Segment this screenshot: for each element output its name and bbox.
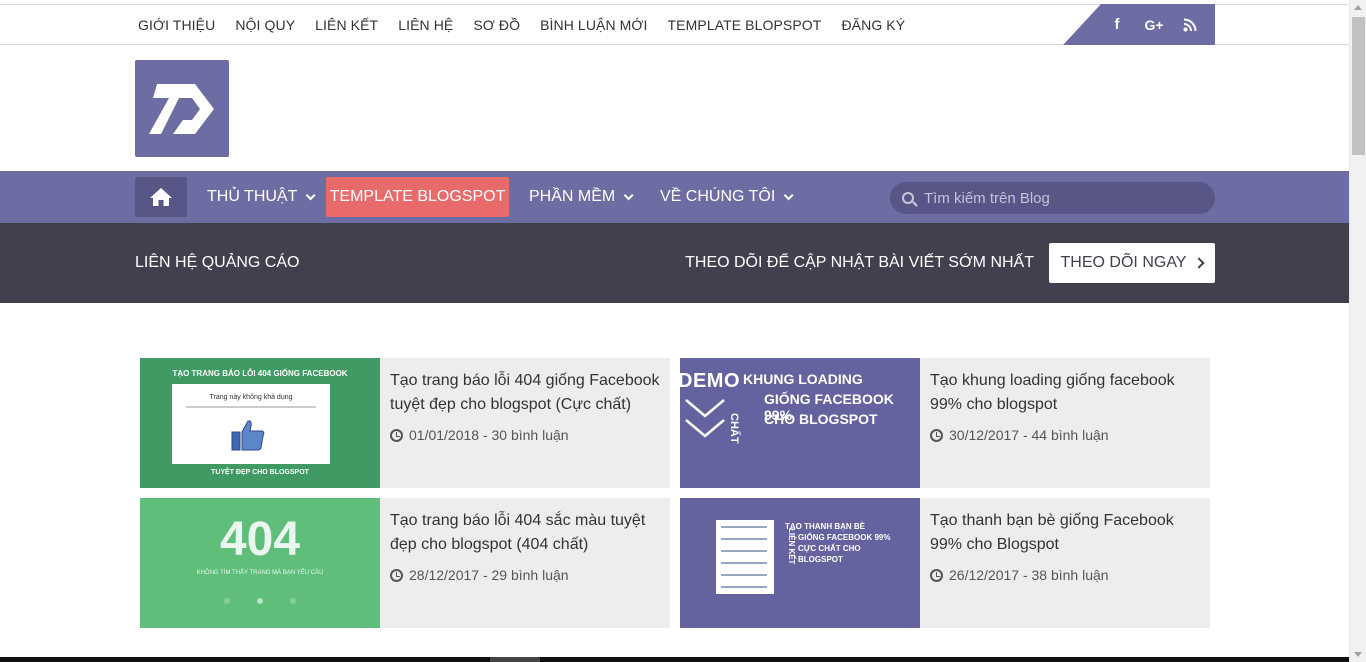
main-nav: THỦ THUẬT TEMPLATE BLOGSPOT PHẦN MỀM VỀ … bbox=[0, 171, 1349, 223]
post-meta: 28/12/2017 - 29 bình luận bbox=[390, 567, 569, 583]
thumb-caption: TẠO THANH BẠN BÈ bbox=[785, 522, 865, 531]
chevron-down-icon bbox=[783, 189, 794, 200]
follow-button[interactable]: THEO DÕI NGAY bbox=[1049, 243, 1215, 283]
thumb-caption: TUYỆT ĐẸP CHO BLOGSPOT bbox=[211, 469, 309, 476]
post-title[interactable]: Tạo trang báo lỗi 404 sắc màu tuyệt đẹp … bbox=[390, 509, 665, 557]
history-icon bbox=[390, 568, 403, 582]
nav-thu-thuat-label: THỦ THUẬT bbox=[207, 188, 298, 205]
topnav-dang-ky[interactable]: ĐĂNG KÝ bbox=[841, 17, 905, 33]
post-meta: 26/12/2017 - 38 bình luận bbox=[930, 567, 1109, 583]
topnav-lien-ket[interactable]: LIÊN KẾT bbox=[315, 17, 378, 33]
scrollbar[interactable] bbox=[1349, 0, 1366, 662]
page: GIỚI THIỆU NỘI QUY LIÊN KẾT LIÊN HỆ SƠ Đ… bbox=[0, 0, 1349, 662]
nav-phan-mem-label: PHẦN MỀM bbox=[529, 188, 616, 205]
post-thumbnail[interactable]: TẠO THANH BẠN BÈ GIỐNG FACEBOOK 99% CỰC … bbox=[680, 498, 920, 628]
search-input[interactable] bbox=[924, 189, 1204, 207]
thumb-mock-text: Trang này không khả dụng bbox=[209, 394, 293, 401]
history-icon bbox=[390, 428, 403, 442]
post-card[interactable]: DEMO KHUNG LOADING GIỐNG FACEBOOK 99% CH… bbox=[680, 358, 1210, 488]
search-icon bbox=[902, 192, 914, 204]
follow-bar: LIÊN HỆ QUẢNG CÁO THEO DÕI ĐỂ CẬP NHẬT B… bbox=[0, 223, 1349, 303]
chevron-down-icon bbox=[306, 189, 316, 200]
nav-ve-chung-toi-label: VỀ CHÚNG TÔI bbox=[660, 188, 776, 205]
nav-thu-thuat[interactable]: THỦ THUẬT bbox=[207, 171, 316, 223]
top-bar: GIỚI THIỆU NỘI QUY LIÊN KẾT LIÊN HỆ SƠ Đ… bbox=[0, 4, 1349, 45]
history-icon bbox=[930, 568, 943, 582]
google-plus-icon[interactable]: G+ bbox=[1141, 4, 1167, 45]
chevron-right-icon bbox=[1193, 257, 1206, 269]
like-icon bbox=[231, 420, 265, 451]
post-card[interactable]: TẠO TRANG BÁO LỖI 404 GIỐNG FACEBOOK Tra… bbox=[140, 358, 670, 488]
home-icon bbox=[150, 188, 172, 206]
thumb-caption: TẠO TRANG BÁO LỖI 404 GIỐNG FACEBOOK bbox=[172, 369, 348, 378]
topnav-template-blogspot[interactable]: TEMPLATE BLOPSPOT bbox=[668, 17, 822, 33]
post-meta-text: 26/12/2017 - 38 bình luận bbox=[949, 567, 1109, 583]
post-meta-text: 30/12/2017 - 44 bình luận bbox=[949, 427, 1109, 443]
topnav-binh-luan-moi[interactable]: BÌNH LUẬN MỚI bbox=[540, 17, 647, 33]
thumb-caption: KHUNG LOADING bbox=[743, 371, 863, 387]
post-title[interactable]: Tạo trang báo lỗi 404 giống Facebook tuy… bbox=[390, 369, 665, 417]
post-card[interactable]: 404 KHÔNG TÌM THẤY TRANG MÀ BẠN YÊU CẦU … bbox=[140, 498, 670, 628]
rss-icon[interactable] bbox=[1177, 4, 1203, 45]
post-card[interactable]: TẠO THANH BẠN BÈ GIỐNG FACEBOOK 99% CỰC … bbox=[680, 498, 1210, 628]
post-thumbnail[interactable]: 404 KHÔNG TÌM THẤY TRANG MÀ BẠN YÊU CẦU bbox=[140, 498, 380, 628]
topnav-so-do[interactable]: SƠ ĐỒ bbox=[473, 17, 520, 33]
follow-button-label: THEO DÕI NGAY bbox=[1060, 254, 1187, 271]
follow-text: THEO DÕI ĐỂ CẬP NHẬT BÀI VIẾT SỚM NHẤT bbox=[685, 254, 1034, 271]
topnav-lien-he[interactable]: LIÊN HỆ bbox=[398, 17, 453, 33]
facebook-icon[interactable]: f bbox=[1104, 4, 1130, 45]
post-thumbnail[interactable]: DEMO KHUNG LOADING GIỐNG FACEBOOK 99% CH… bbox=[680, 358, 920, 488]
topnav-noi-quy[interactable]: NỘI QUY bbox=[235, 17, 295, 33]
thumb-mock-list bbox=[716, 520, 774, 594]
post-thumbnail[interactable]: TẠO TRANG BÁO LỖI 404 GIỐNG FACEBOOK Tra… bbox=[140, 358, 380, 488]
thumb-caption: KHÔNG TÌM THẤY TRANG MÀ BẠN YÊU CẦU bbox=[196, 570, 324, 576]
post-meta-text: 28/12/2017 - 29 bình luận bbox=[409, 567, 569, 583]
topnav-gioi-thieu[interactable]: GIỚI THIỆU bbox=[138, 17, 215, 33]
top-nav: GIỚI THIỆU NỘI QUY LIÊN KẾT LIÊN HỆ SƠ Đ… bbox=[138, 5, 925, 45]
home-button[interactable] bbox=[135, 177, 187, 217]
scroll-down-icon[interactable] bbox=[1354, 652, 1362, 657]
nav-phan-mem[interactable]: PHẦN MỀM bbox=[529, 171, 634, 223]
site-logo[interactable] bbox=[135, 60, 229, 157]
scrollbar-thumb[interactable] bbox=[1352, 17, 1365, 155]
nav-ve-chung-toi[interactable]: VỀ CHÚNG TÔI bbox=[660, 171, 794, 223]
thumb-caption: CỰC CHẤT CHO bbox=[798, 544, 861, 553]
thumb-caption: LIÊN KẾT bbox=[787, 528, 796, 565]
post-meta: 01/01/2018 - 30 bình luận bbox=[390, 427, 569, 443]
thumb-demo-text: DEMO bbox=[680, 370, 740, 392]
history-icon bbox=[930, 428, 943, 442]
nav-template-blogspot[interactable]: TEMPLATE BLOGSPOT bbox=[326, 177, 509, 217]
thumb-caption: CHO BLOGSPOT bbox=[764, 411, 878, 427]
post-title[interactable]: Tạo thanh bạn bè giống Facebook 99% cho … bbox=[930, 509, 1205, 557]
chevron-down-icon bbox=[623, 189, 634, 200]
scroll-up-icon[interactable] bbox=[1354, 5, 1362, 10]
social-links: f G+ bbox=[1063, 4, 1215, 45]
thumb-mock-page: Trang này không khả dụng bbox=[172, 384, 330, 464]
search-box bbox=[890, 182, 1215, 214]
post-title[interactable]: Tạo khung loading giống facebook 99% cho… bbox=[930, 369, 1205, 417]
post-meta: 30/12/2017 - 44 bình luận bbox=[930, 427, 1109, 443]
thumb-dots bbox=[224, 598, 296, 604]
thumb-caption: BLOGSPOT bbox=[798, 555, 843, 564]
bottom-bar bbox=[0, 657, 1349, 662]
thumb-caption: CHẤT bbox=[728, 413, 740, 444]
post-meta-text: 01/01/2018 - 30 bình luận bbox=[409, 427, 569, 443]
double-chevron-down-icon bbox=[685, 399, 725, 438]
thumb-caption: GIỐNG FACEBOOK 99% bbox=[798, 533, 891, 542]
thumb-404-text: 404 bbox=[219, 513, 301, 566]
ad-contact-link[interactable]: LIÊN HỆ QUẢNG CÁO bbox=[135, 223, 299, 303]
